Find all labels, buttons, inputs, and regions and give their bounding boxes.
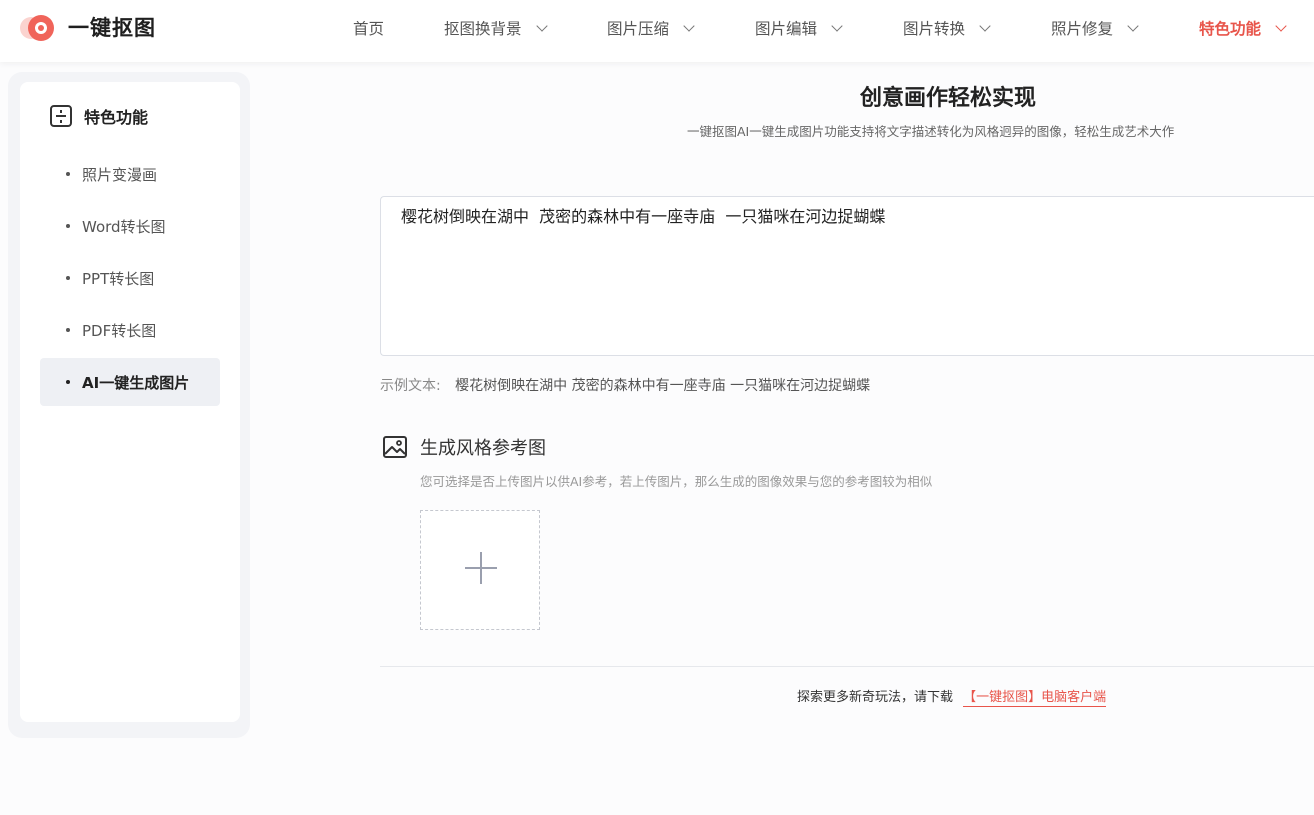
- top-header: 一键抠图 首页 抠图换背景 图片压缩 图片编辑 图片转换 照片修复 特色功能: [0, 0, 1314, 62]
- sidebar: 特色功能 照片变漫画 Word转长图 PPT转长图 PDF转长图 AI一键生成图…: [20, 82, 240, 722]
- sidebar-item-label: 照片变漫画: [82, 165, 158, 184]
- reference-image-header: 生成风格参考图: [382, 434, 546, 460]
- nav-label: 首页: [353, 20, 385, 38]
- nav-label: 图片编辑: [755, 20, 818, 38]
- nav-label: 特色功能: [1199, 20, 1262, 38]
- image-icon: [383, 436, 407, 458]
- sidebar-item-ai-generate-image[interactable]: AI一键生成图片: [40, 358, 220, 406]
- logo-text: 一键抠图: [68, 16, 156, 40]
- plus-icon-vertical: [480, 552, 482, 584]
- footer-text: 探索更多新奇玩法，请下载: [797, 690, 954, 705]
- sidebar-item-label: PPT转长图: [82, 269, 155, 288]
- footer-download-note: 探索更多新奇玩法，请下载 【一键抠图】电脑客户端: [797, 686, 1107, 707]
- reference-image-title: 生成风格参考图: [420, 438, 546, 459]
- nav-special-features[interactable]: 特色功能: [1199, 17, 1287, 39]
- nav-cutout-background[interactable]: 抠图换背景: [444, 17, 548, 39]
- sidebar-item-word-to-long-image[interactable]: Word转长图: [40, 202, 220, 250]
- chevron-down-icon: [535, 19, 548, 32]
- nav-image-compress[interactable]: 图片压缩: [607, 17, 695, 39]
- sidebar-item-label: AI一键生成图片: [82, 373, 190, 392]
- page-subtitle: 一键抠图AI一键生成图片功能支持将文字描述转化为风格迥异的图像，轻松生成艺术大作: [687, 124, 1175, 139]
- sidebar-item-photo-to-comic[interactable]: 照片变漫画: [40, 150, 220, 198]
- example-text-link[interactable]: 樱花树倒映在湖中 茂密的森林中有一座寺庙 一只猫咪在河边捉蝴蝶: [455, 378, 870, 394]
- upload-reference-button[interactable]: [420, 510, 540, 630]
- sidebar-title-label: 特色功能: [84, 108, 149, 127]
- nav-label: 图片压缩: [607, 20, 670, 38]
- divider: [380, 666, 1314, 667]
- reference-image-description: 您可选择是否上传图片以供AI参考，若上传图片，那么生成的图像效果与您的参考图较为…: [420, 474, 933, 489]
- sidebar-item-pdf-to-long-image[interactable]: PDF转长图: [40, 306, 220, 354]
- divide-box-icon: [50, 105, 72, 127]
- example-label: 示例文本:: [380, 378, 441, 394]
- site-logo[interactable]: 一键抠图: [20, 12, 156, 42]
- nav-image-edit[interactable]: 图片编辑: [755, 17, 843, 39]
- chevron-down-icon: [979, 19, 991, 32]
- chevron-down-icon: [683, 19, 695, 32]
- nav-label: 图片转换: [903, 20, 966, 38]
- prompt-input[interactable]: [380, 196, 1314, 356]
- nav-label: 照片修复: [1051, 20, 1114, 38]
- sidebar-item-label: PDF转长图: [82, 321, 157, 340]
- sidebar-item-ppt-to-long-image[interactable]: PPT转长图: [40, 254, 220, 302]
- chevron-down-icon: [1127, 19, 1139, 32]
- chevron-down-icon: [1275, 19, 1287, 32]
- sidebar-title: 特色功能: [50, 104, 148, 128]
- example-text-row: 示例文本: 樱花树倒映在湖中 茂密的森林中有一座寺庙 一只猫咪在河边捉蝴蝶: [380, 375, 870, 395]
- nav-image-convert[interactable]: 图片转换: [903, 17, 991, 39]
- nav-label: 抠图换背景: [444, 20, 522, 38]
- logo-icon: [20, 12, 58, 42]
- download-client-link[interactable]: 【一键抠图】电脑客户端: [963, 690, 1107, 707]
- chevron-down-icon: [831, 19, 843, 32]
- nav-home[interactable]: 首页: [353, 17, 384, 39]
- sidebar-item-label: Word转长图: [82, 217, 166, 236]
- nav-photo-repair[interactable]: 照片修复: [1051, 17, 1139, 39]
- page-title: 创意画作轻松实现: [860, 86, 1037, 111]
